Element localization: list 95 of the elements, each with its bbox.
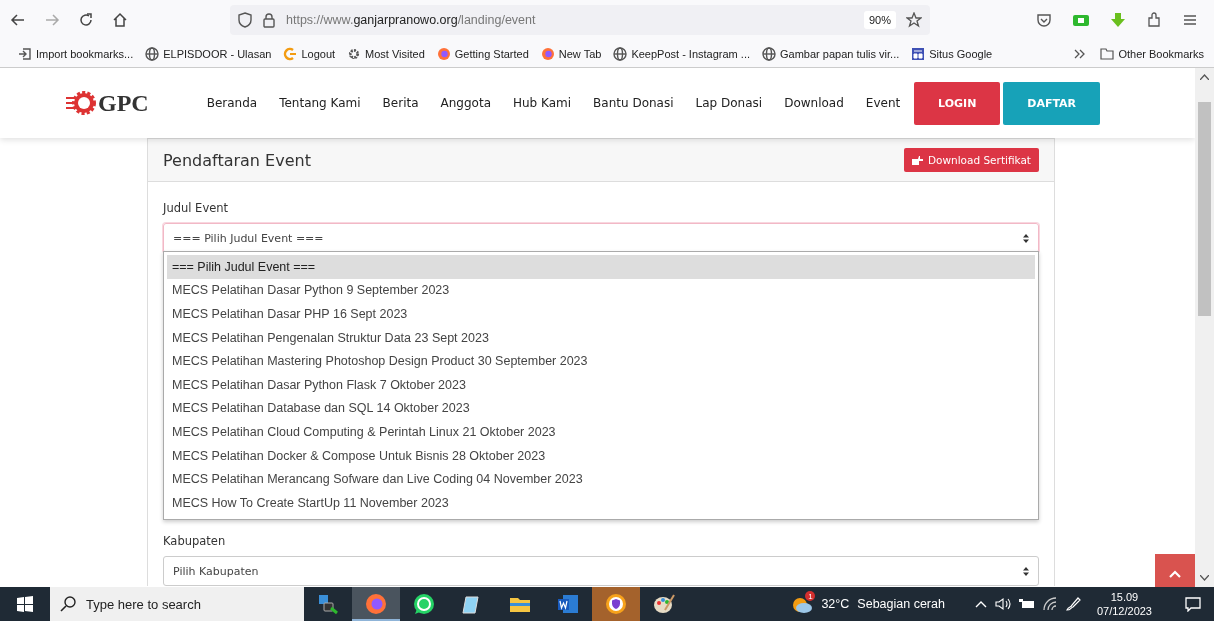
hand-pointing-icon bbox=[911, 155, 923, 165]
weather-text: Sebagian cerah bbox=[857, 597, 945, 611]
globe-icon bbox=[613, 46, 628, 61]
zoom-level[interactable]: 90% bbox=[863, 11, 896, 29]
extension-icon[interactable] bbox=[1072, 12, 1090, 28]
logout-icon bbox=[283, 46, 298, 61]
logo[interactable]: GPC bbox=[66, 89, 149, 117]
bookmark[interactable]: ELPISDOOR - Ulasan bbox=[145, 46, 272, 61]
chevrons-icon[interactable] bbox=[1074, 47, 1087, 60]
nav-link[interactable]: Berita bbox=[382, 96, 419, 110]
date: 07/12/2023 bbox=[1096, 604, 1152, 618]
clock[interactable]: 15.09 07/12/2023 bbox=[1096, 590, 1152, 618]
bookmark[interactable]: Gambar papan tulis vir... bbox=[762, 46, 900, 61]
word-icon bbox=[557, 593, 579, 615]
shield-app-icon bbox=[605, 593, 627, 615]
folder-icon bbox=[1100, 47, 1115, 60]
back-arrow-icon[interactable] bbox=[10, 12, 26, 28]
pen-icon[interactable] bbox=[1064, 596, 1081, 612]
lock-icon bbox=[262, 12, 276, 28]
card-title: Pendaftaran Event bbox=[163, 150, 311, 170]
reload-icon[interactable] bbox=[78, 12, 94, 28]
scroll-down-icon bbox=[1200, 575, 1209, 581]
url-text: https://www.ganjarpranowo.org/landing/event bbox=[286, 13, 536, 27]
search-icon bbox=[60, 596, 76, 612]
nav-link[interactable]: Bantu Donasi bbox=[593, 96, 674, 110]
search-placeholder: Type here to search bbox=[86, 596, 201, 612]
address-bar[interactable]: https://www.ganjarpranowo.org/landing/event 90% bbox=[230, 5, 930, 35]
sort-caret-icon bbox=[1023, 233, 1029, 243]
sort-caret-icon bbox=[1023, 566, 1029, 576]
temperature: 32°C bbox=[821, 597, 850, 611]
dropdown-option[interactable]: MECS Pelatihan Dasar Python Flask 7 Oktober 2023 bbox=[167, 372, 1035, 397]
dropdown-option[interactable]: MECS Pelatihan Mastering Photoshop Design Product 30 September 2023 bbox=[167, 349, 1035, 373]
battery-icon[interactable] bbox=[1018, 598, 1035, 610]
scrollbar[interactable] bbox=[1195, 68, 1214, 587]
bookmark[interactable]: Logout bbox=[283, 46, 336, 61]
login-button[interactable]: LOGIN bbox=[914, 81, 1001, 125]
bookmark[interactable]: Situs Google bbox=[911, 46, 993, 61]
chevron-up-icon[interactable] bbox=[974, 600, 987, 608]
search-field[interactable]: Type here to search bbox=[50, 587, 304, 621]
bookmark[interactable]: KeepPost - Instagram ... bbox=[613, 46, 750, 61]
shield-icon bbox=[238, 12, 252, 28]
event-select[interactable]: === Pilih Judul Event === bbox=[163, 223, 1039, 253]
chat-bubble-icon bbox=[413, 593, 435, 615]
dropdown-option[interactable]: MECS Pelatihan Database dan SQL 14 Oktober 2023 bbox=[167, 396, 1035, 421]
field-label: Judul Event bbox=[163, 201, 230, 215]
dropdown-option[interactable]: MECS How To Create StartUp 11 November 2023 bbox=[167, 490, 1035, 515]
nav-link[interactable]: Download bbox=[784, 96, 844, 110]
dropdown-option[interactable]: MECS Pelatihan Dasar PHP 16 Sept 2023 bbox=[167, 302, 1035, 326]
menu-icon[interactable] bbox=[1182, 12, 1198, 28]
time: 15.09 bbox=[1110, 590, 1139, 604]
bookmark[interactable]: Import bookmarks... bbox=[18, 46, 134, 61]
chevron-up-icon bbox=[1169, 570, 1181, 578]
nav-link[interactable]: Hub Kami bbox=[513, 96, 572, 110]
globe-icon bbox=[762, 46, 776, 61]
firefox-icon bbox=[365, 593, 387, 615]
gear-logo-icon bbox=[66, 90, 96, 116]
scroll-up-icon bbox=[1200, 74, 1209, 80]
district-select[interactable]: Pilih Kabupaten bbox=[163, 556, 1039, 586]
windows-logo-icon bbox=[17, 596, 33, 612]
star-icon[interactable] bbox=[906, 12, 922, 28]
weather-widget[interactable]: 1 bbox=[791, 594, 814, 614]
import-icon bbox=[18, 46, 32, 61]
field-label: Kabupaten bbox=[163, 534, 227, 548]
bookmark-folder[interactable]: Other Bookmarks bbox=[1100, 47, 1204, 60]
dropdown-option[interactable]: MECS Pelatihan Cloud Computing & Perintah Linux 21 Oktober 2023 bbox=[167, 420, 1035, 444]
bookmark[interactable]: Getting Started bbox=[436, 46, 529, 61]
nav-link[interactable]: Event bbox=[865, 96, 901, 110]
nav-link[interactable]: Tentang Kami bbox=[279, 96, 361, 110]
back-to-top-button[interactable] bbox=[1155, 554, 1195, 587]
dropdown-option[interactable]: MECS Pelatihan Merancang Sofware dan Live Coding 04 November 2023 bbox=[167, 467, 1035, 491]
wifi-icon[interactable] bbox=[1042, 597, 1057, 611]
speaker-icon[interactable] bbox=[994, 597, 1011, 611]
firefox-icon bbox=[540, 46, 555, 61]
logo-text: GPC bbox=[98, 89, 149, 117]
home-icon[interactable] bbox=[112, 12, 128, 28]
nav-link[interactable]: Beranda bbox=[206, 96, 258, 110]
dropdown-option[interactable]: MECS Pelatihan Pengenalan Struktur Data 23 Sept 2023 bbox=[167, 325, 1035, 350]
taskbar-app[interactable] bbox=[592, 587, 640, 621]
nav-link[interactable]: Lap Donasi bbox=[695, 96, 763, 110]
dropdown-option[interactable]: MECS Pelatihan Docker & Compose Untuk Bisnis 28 Oktober 2023 bbox=[167, 443, 1035, 468]
speech-bubble-icon bbox=[1185, 596, 1201, 612]
notification-badge: 1 bbox=[805, 591, 816, 601]
download-certificate-button[interactable]: Download Sertifikat bbox=[903, 148, 1039, 172]
dropdown-option[interactable]: === Pilih Judul Event === bbox=[167, 255, 1035, 279]
bookmark[interactable]: Most Visited bbox=[347, 46, 425, 61]
globe-icon bbox=[145, 46, 160, 61]
nav-link[interactable]: Anggota bbox=[440, 96, 491, 110]
pocket-icon[interactable] bbox=[1036, 12, 1052, 28]
palette-icon bbox=[653, 593, 675, 615]
lock-icon bbox=[317, 593, 339, 615]
firefox-icon bbox=[436, 46, 451, 61]
bookmark[interactable]: New Tab bbox=[540, 46, 602, 61]
dropdown-option[interactable]: MECS Pelatihan Dasar Python 9 September 2023 bbox=[167, 278, 1035, 303]
sites-icon bbox=[911, 46, 926, 61]
gear-icon bbox=[347, 46, 362, 61]
